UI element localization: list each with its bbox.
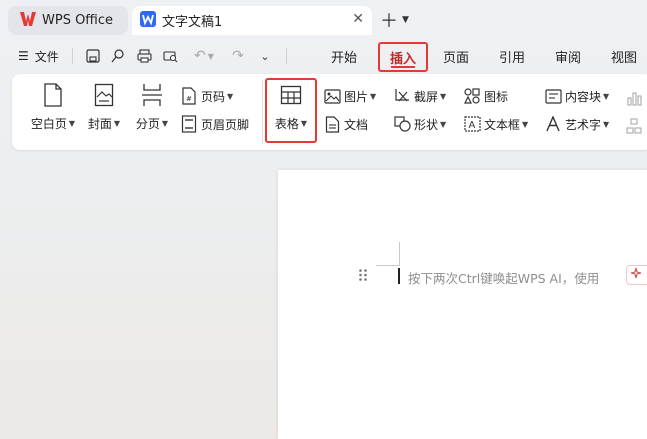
blank-page-label: 空白页	[30, 117, 67, 131]
header-footer-button[interactable]: 页眉页脚	[180, 113, 249, 135]
wps-logo-icon	[20, 12, 36, 29]
header-footer-icon	[180, 115, 198, 133]
cover-page-icon	[94, 82, 114, 108]
chevron-down-icon: ▼	[370, 91, 377, 101]
margin-corner-mark	[399, 242, 400, 266]
chevron-down-icon: ▼	[68, 119, 76, 128]
page-break-icon	[141, 82, 163, 108]
file-menu[interactable]: ☰ 文件	[18, 46, 59, 66]
page-number-label: 页码	[201, 89, 226, 104]
text-cursor	[398, 268, 400, 284]
tab-page[interactable]: 页面	[434, 44, 478, 68]
tab-insert[interactable]: 插入	[378, 42, 428, 72]
chart-icon[interactable]	[626, 87, 642, 109]
document-label: 文档	[344, 117, 369, 132]
chevron-down-icon: ▼	[440, 119, 447, 129]
content-control-button[interactable]: 内容块 ▼	[544, 85, 609, 107]
chevron-down-icon: ▼	[522, 119, 529, 129]
textbox-icon: A	[463, 115, 481, 133]
insert-ribbon: 空白页 ▼ 封面 ▼ 分页 ▼ # 页码 ▼ 页眉页脚 表格 ▼ 图片 ▼ 文档…	[12, 74, 647, 150]
close-tab-icon[interactable]: ✕	[352, 11, 364, 27]
tab-wps-label: WPS Office	[42, 13, 114, 28]
textbox-button[interactable]: A 文本框 ▼	[463, 113, 528, 135]
page-number-icon: #	[180, 87, 198, 105]
content-control-icon	[544, 87, 562, 105]
redo-icon[interactable]: ↷	[228, 46, 248, 66]
icons-gallery-icon	[463, 87, 481, 105]
picture-button[interactable]: 图片 ▼	[323, 85, 376, 107]
print-preview-icon[interactable]	[160, 46, 180, 66]
divider	[286, 48, 287, 64]
chevron-down-icon: ▼	[603, 91, 610, 101]
menu-bar: ☰ 文件 ↶ ▼ ↷ ⌄ 开始 插入 页面 引用 审阅 视图	[0, 38, 647, 74]
blank-page-button[interactable]: 空白页 ▼	[30, 82, 76, 142]
wordart-label: 艺术字	[565, 117, 602, 132]
writer-doc-icon	[140, 11, 156, 30]
undo-button[interactable]: ↶ ▼	[189, 46, 219, 66]
ai-sparkle-icon	[630, 267, 644, 284]
header-footer-label: 页眉页脚	[201, 117, 250, 132]
svg-text:#: #	[186, 95, 192, 103]
cover-button[interactable]: 封面 ▼	[84, 82, 124, 142]
file-menu-label: 文件	[34, 49, 59, 64]
screenshot-label: 截屏	[414, 89, 439, 104]
icon-label: 图标	[484, 89, 509, 104]
tab-wps-office[interactable]: WPS Office	[8, 6, 128, 35]
wordart-button[interactable]: 艺术字 ▼	[544, 113, 609, 135]
wps-ai-hint: 按下两次Ctrl键唤起WPS AI，使用	[408, 271, 600, 286]
divider	[262, 80, 263, 144]
chevron-down-icon: ▼	[603, 119, 610, 129]
picture-icon	[323, 87, 341, 105]
tab-references[interactable]: 引用	[490, 44, 534, 68]
document-page[interactable]	[278, 170, 647, 439]
tab-review[interactable]: 审阅	[546, 44, 590, 68]
textbox-label: 文本框	[484, 117, 521, 132]
new-tab-button[interactable]: ＋ ▼	[380, 8, 416, 32]
content-control-label: 内容块	[565, 89, 602, 104]
print-icon[interactable]	[134, 46, 154, 66]
page-break-label: 分页	[135, 117, 160, 131]
shape-icon	[393, 115, 411, 133]
tab-view[interactable]: 视图	[602, 44, 646, 68]
wps-ai-chip[interactable]	[626, 265, 647, 285]
icon-button[interactable]: 图标	[463, 85, 508, 107]
tab-document-label: 文字文稿1	[162, 15, 223, 30]
more-chevron-icon[interactable]: ⌄	[255, 46, 275, 66]
shape-button[interactable]: 形状 ▼	[393, 113, 446, 135]
chevron-down-icon: ▼	[440, 91, 447, 101]
margin-corner-mark	[376, 265, 400, 266]
chevron-down-icon: ▼	[227, 91, 234, 101]
document-button[interactable]: 文档	[323, 113, 368, 135]
undo-icon: ↶	[194, 48, 206, 64]
table-icon	[280, 82, 302, 108]
shape-label: 形状	[414, 117, 439, 132]
chevron-down-icon: ▼	[207, 51, 214, 61]
table-label: 表格	[274, 117, 299, 131]
table-button[interactable]: 表格 ▼	[271, 82, 311, 142]
title-tab-bar: WPS Office 文字文稿1 ✕ ＋ ▼	[0, 0, 647, 38]
export-icon[interactable]	[108, 46, 128, 66]
wordart-icon	[544, 115, 562, 133]
blank-page-icon	[43, 82, 63, 108]
drag-handle-icon[interactable]	[358, 268, 368, 282]
tab-start[interactable]: 开始	[322, 44, 366, 68]
tab-document[interactable]: 文字文稿1 ✕	[132, 6, 372, 35]
document-icon	[323, 115, 341, 133]
chevron-down-icon: ▼	[300, 119, 308, 128]
chevron-down-icon: ▼	[113, 119, 121, 128]
svg-text:A: A	[468, 120, 475, 131]
save-icon[interactable]	[83, 46, 103, 66]
scissors-icon	[393, 87, 411, 105]
plus-icon: ＋	[380, 11, 398, 32]
chevron-down-icon: ▼	[402, 15, 409, 25]
smartart-icon[interactable]	[626, 115, 642, 137]
picture-label: 图片	[344, 89, 369, 104]
cover-label: 封面	[87, 117, 112, 131]
screenshot-button[interactable]: 截屏 ▼	[393, 85, 446, 107]
chevron-down-icon: ▼	[161, 119, 169, 128]
divider	[72, 48, 73, 64]
page-number-button[interactable]: # 页码 ▼	[180, 85, 233, 107]
hamburger-icon: ☰	[18, 49, 29, 63]
page-break-button[interactable]: 分页 ▼	[132, 82, 172, 142]
